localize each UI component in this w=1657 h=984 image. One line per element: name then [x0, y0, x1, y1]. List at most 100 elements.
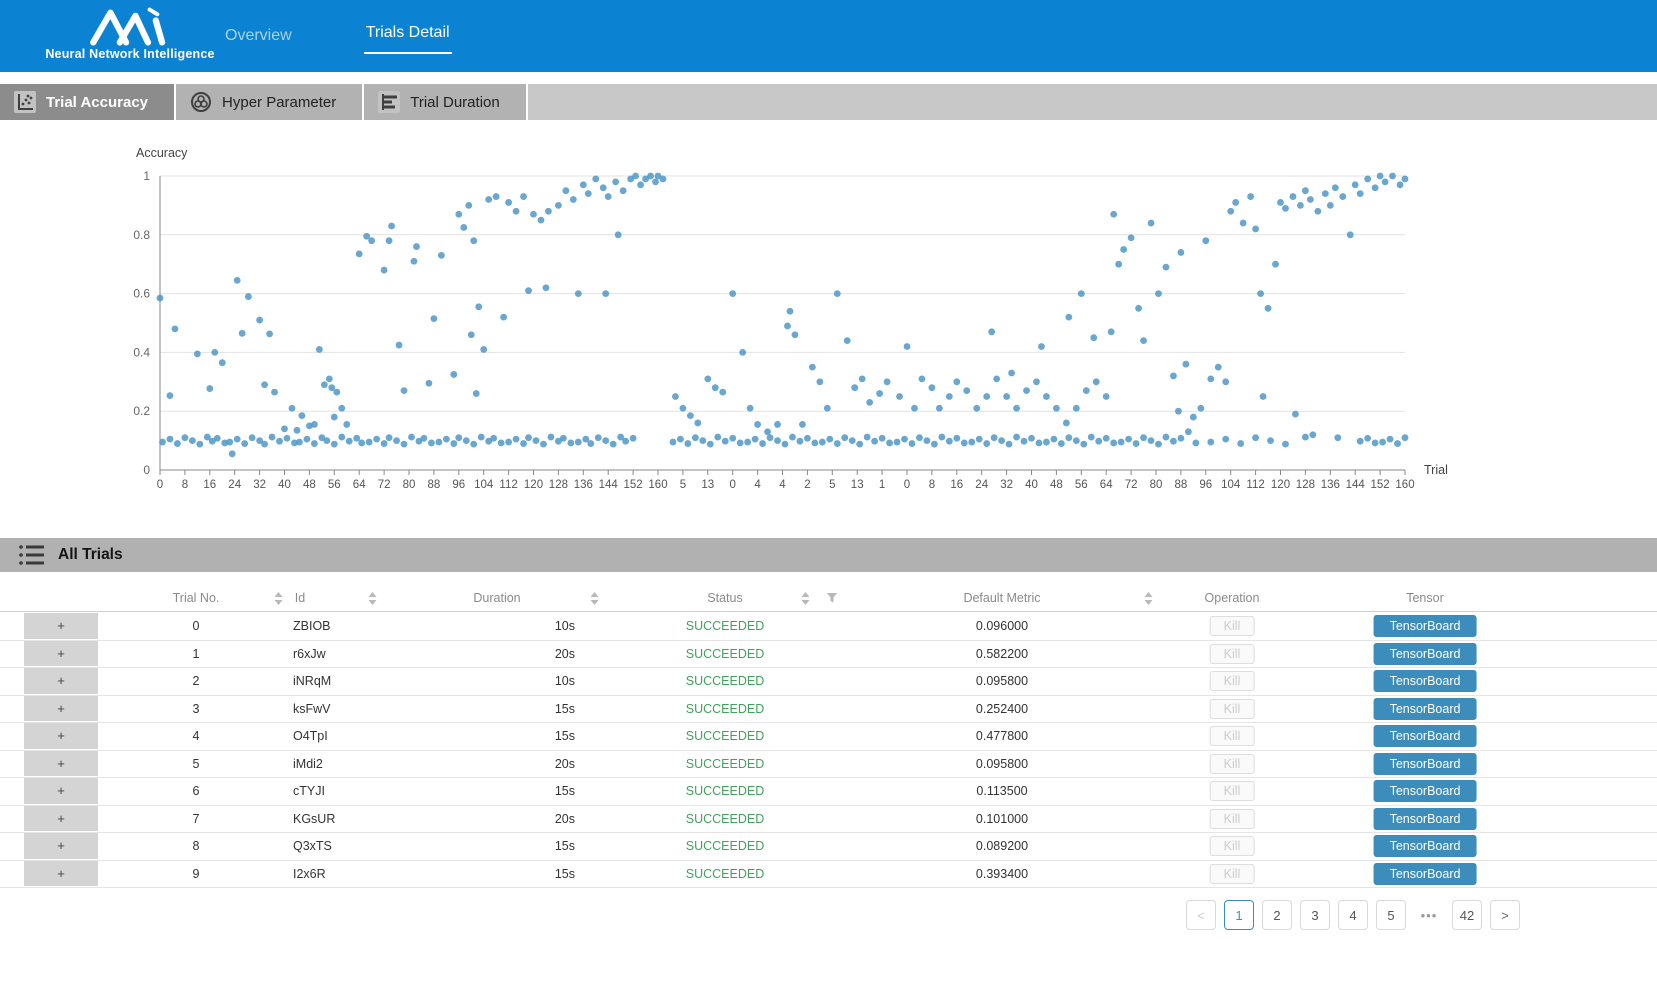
page-button-42[interactable]: 42	[1452, 900, 1482, 930]
next-page-button[interactable]: >	[1490, 900, 1520, 930]
expand-row-button[interactable]: +	[24, 613, 98, 639]
svg-text:136: 136	[574, 479, 593, 491]
kill-button[interactable]: Kill	[1210, 644, 1255, 664]
tensorboard-button[interactable]: TensorBoard	[1374, 698, 1477, 720]
trials-table-body: + 0 ZBIOB 10s SUCCEEDED 0.096000 Kill Te…	[0, 613, 1657, 888]
trial-no-cell: 0	[193, 619, 200, 633]
sort-icon-duration[interactable]	[590, 592, 599, 605]
table-row: + 5 iMdi2 20s SUCCEEDED 0.095800 Kill Te…	[0, 751, 1657, 779]
page-button-2[interactable]: 2	[1262, 900, 1292, 930]
trial-no-cell: 6	[193, 784, 200, 798]
expand-row-button[interactable]: +	[24, 723, 98, 749]
tab-trial-duration[interactable]: Trial Duration	[364, 84, 527, 120]
page-button-4[interactable]: 4	[1338, 900, 1368, 930]
sort-icon-status[interactable]	[801, 592, 810, 605]
kill-button[interactable]: Kill	[1210, 836, 1255, 856]
svg-text:13: 13	[851, 479, 864, 491]
expand-row-button[interactable]: +	[24, 778, 98, 804]
svg-text:24: 24	[975, 479, 988, 491]
svg-text:4: 4	[779, 479, 786, 491]
kill-button[interactable]: Kill	[1210, 726, 1255, 746]
status-cell: SUCCEEDED	[686, 729, 765, 743]
expand-row-button[interactable]: +	[24, 641, 98, 667]
tensorboard-button[interactable]: TensorBoard	[1374, 863, 1477, 885]
page-button-3[interactable]: 3	[1300, 900, 1330, 930]
ellipsis-page-button: •••	[1414, 900, 1444, 930]
expand-row-button[interactable]: +	[24, 806, 98, 832]
all-trials-bar: All Trials	[0, 538, 1657, 572]
svg-text:32: 32	[1000, 479, 1013, 491]
status-cell: SUCCEEDED	[686, 812, 765, 826]
prev-page-button[interactable]: <	[1186, 900, 1216, 930]
expand-row-button[interactable]: +	[24, 696, 98, 722]
duration-cell: 20s	[555, 812, 575, 826]
tensorboard-button[interactable]: TensorBoard	[1374, 670, 1477, 692]
nav-tab-overview[interactable]: Overview	[223, 21, 294, 51]
kill-button[interactable]: Kill	[1210, 781, 1255, 801]
svg-text:120: 120	[1271, 479, 1290, 491]
trial-id-cell: cTYJI	[293, 784, 325, 798]
default-metric-cell: 0.477800	[976, 729, 1028, 743]
svg-text:0: 0	[729, 479, 735, 491]
tensorboard-button[interactable]: TensorBoard	[1374, 808, 1477, 830]
sort-icon-default-metric[interactable]	[1144, 592, 1153, 605]
nni-brand: Neural Network Intelligence	[30, 4, 230, 61]
kill-button[interactable]: Kill	[1210, 809, 1255, 829]
all-trials-title: All Trials	[58, 546, 123, 564]
svg-text:80: 80	[1150, 479, 1163, 491]
nav-tab-trials-detail[interactable]: Trials Detail	[364, 18, 452, 54]
column-header-trial-no: Trial No.	[173, 591, 220, 605]
nni-logo-icon	[87, 6, 173, 46]
svg-text:64: 64	[1100, 479, 1113, 491]
table-row: + 3 ksFwV 15s SUCCEEDED 0.252400 Kill Te…	[0, 696, 1657, 724]
svg-text:5: 5	[680, 479, 686, 491]
kill-button[interactable]: Kill	[1210, 616, 1255, 636]
svg-text:48: 48	[303, 479, 316, 491]
trial-no-cell: 8	[193, 839, 200, 853]
svg-text:96: 96	[452, 479, 465, 491]
kill-button[interactable]: Kill	[1210, 699, 1255, 719]
tensorboard-button[interactable]: TensorBoard	[1374, 835, 1477, 857]
expand-row-button[interactable]: +	[24, 861, 98, 887]
svg-text:0.4: 0.4	[133, 345, 150, 359]
svg-text:0.8: 0.8	[133, 228, 150, 242]
svg-text:2: 2	[804, 479, 810, 491]
sub-tab-bar: Trial Accuracy Hyper Parameter Trial Dur…	[0, 84, 1657, 120]
tensorboard-button[interactable]: TensorBoard	[1374, 643, 1477, 665]
accuracy-chart-section: 00.20.40.60.8108162432404856647280889610…	[0, 130, 1657, 520]
kill-button[interactable]: Kill	[1210, 864, 1255, 884]
svg-text:120: 120	[524, 479, 543, 491]
svg-text:4: 4	[754, 479, 761, 491]
trial-id-cell: I2x6R	[293, 867, 326, 881]
sort-icon-id[interactable]	[368, 592, 377, 605]
expand-row-button[interactable]: +	[24, 751, 98, 777]
svg-text:Accuracy: Accuracy	[136, 146, 188, 160]
svg-text:0: 0	[157, 479, 163, 491]
trial-id-cell: Q3xTS	[293, 839, 332, 853]
tensorboard-button[interactable]: TensorBoard	[1374, 780, 1477, 802]
filter-icon-status[interactable]	[826, 592, 838, 604]
kill-button[interactable]: Kill	[1210, 754, 1255, 774]
default-metric-cell: 0.089200	[976, 839, 1028, 853]
expand-row-button[interactable]: +	[24, 668, 98, 694]
page-button-1[interactable]: 1	[1224, 900, 1254, 930]
accuracy-chart[interactable]: 00.20.40.60.8108162432404856647280889610…	[0, 130, 1657, 510]
tensorboard-button[interactable]: TensorBoard	[1374, 753, 1477, 775]
status-cell: SUCCEEDED	[686, 702, 765, 716]
column-header-id: Id	[295, 591, 305, 605]
sort-icon-trial-no[interactable]	[274, 592, 283, 605]
page-button-5[interactable]: 5	[1376, 900, 1406, 930]
kill-button[interactable]: Kill	[1210, 671, 1255, 691]
svg-text:0.2: 0.2	[133, 404, 150, 418]
default-metric-cell: 0.096000	[976, 619, 1028, 633]
trial-no-cell: 2	[193, 674, 200, 688]
trial-no-cell: 7	[193, 812, 200, 826]
column-header-tensor: Tensor	[1406, 591, 1444, 605]
trial-id-cell: iMdi2	[293, 757, 323, 771]
tab-trial-accuracy[interactable]: Trial Accuracy	[0, 84, 176, 120]
tensorboard-button[interactable]: TensorBoard	[1374, 725, 1477, 747]
svg-text:144: 144	[599, 479, 619, 491]
tensorboard-button[interactable]: TensorBoard	[1374, 615, 1477, 637]
tab-hyper-parameter[interactable]: Hyper Parameter	[176, 84, 364, 120]
expand-row-button[interactable]: +	[24, 833, 98, 859]
